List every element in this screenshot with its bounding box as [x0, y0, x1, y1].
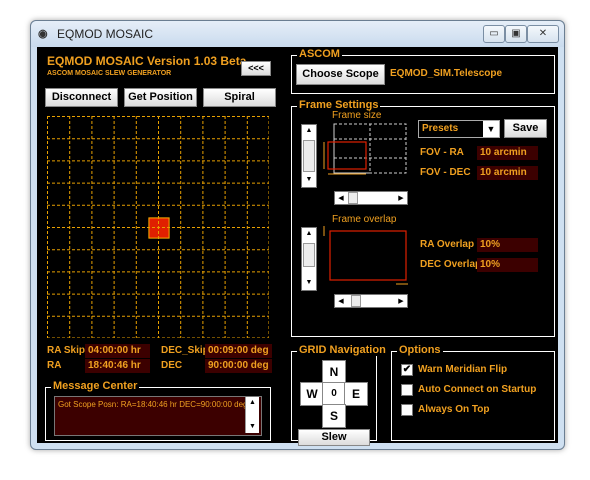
- options-group: Options ✔ Warn Meridian Flip Auto Connec…: [391, 344, 555, 441]
- maximize-button[interactable]: ▣: [505, 25, 527, 43]
- frame-size-label: Frame size: [332, 110, 382, 121]
- save-button[interactable]: Save: [504, 119, 547, 138]
- window-title: EQMOD MOSAIC: [57, 27, 154, 41]
- scroll-up-arrow-icon[interactable]: ▲: [246, 399, 259, 406]
- dec-skip-value: 00:09:00 deg: [205, 344, 272, 358]
- option-label: Auto Connect on Startup: [418, 384, 537, 395]
- binoculars-icon: ◉: [38, 28, 48, 40]
- dec-value: 90:00:00 deg: [205, 359, 272, 373]
- ra-overlap-value[interactable]: 10%: [477, 238, 538, 252]
- disconnect-button[interactable]: Disconnect: [45, 88, 118, 107]
- slider-up-arrow-icon[interactable]: ▲: [302, 127, 316, 134]
- ra-skip-value: 04:00:00 hr: [85, 344, 150, 358]
- message-center-title: Message Center: [51, 380, 140, 392]
- slider-left-arrow-icon[interactable]: ◀: [337, 297, 345, 305]
- checkbox[interactable]: ✔: [401, 364, 413, 376]
- nav-north-button[interactable]: N: [322, 360, 346, 384]
- scroll-down-arrow-icon[interactable]: ▼: [246, 423, 259, 430]
- frame-overlap-horizontal-slider[interactable]: ◀ ▶: [334, 294, 408, 308]
- ra-value: 18:40:46 hr: [85, 359, 150, 373]
- presets-dropdown[interactable]: Presets ▼: [418, 120, 500, 138]
- fov-ra-label: FOV - RA: [420, 147, 464, 158]
- checkbox[interactable]: [401, 404, 413, 416]
- options-title: Options: [397, 344, 443, 356]
- slew-button[interactable]: Slew: [298, 429, 370, 446]
- fov-dec-label: FOV - DEC: [420, 167, 471, 178]
- spiral-button[interactable]: Spiral: [203, 88, 276, 107]
- message-center-group: Message Center Got Scope Posn: RA=18:40:…: [45, 380, 271, 441]
- grid-navigation-group: GRID Navigation N W 0 E S Slew: [291, 344, 388, 446]
- slider-up-arrow-icon[interactable]: ▲: [302, 230, 316, 237]
- message-text: Got Scope Posn: RA=18:40:46 hr DEC=90:00…: [58, 400, 248, 409]
- slider-right-arrow-icon[interactable]: ▶: [397, 194, 405, 202]
- dec-skip-label: DEC_Skip: [161, 345, 209, 356]
- slider-thumb[interactable]: [348, 192, 358, 204]
- collapse-button[interactable]: <<<: [241, 61, 271, 76]
- choose-scope-button[interactable]: Choose Scope: [296, 64, 385, 85]
- slider-down-arrow-icon[interactable]: ▼: [302, 176, 316, 183]
- nav-west-button[interactable]: W: [300, 382, 324, 406]
- chevron-down-icon[interactable]: ▼: [483, 121, 499, 137]
- dec-overlap-value[interactable]: 10%: [477, 258, 538, 272]
- ra-skip-label: RA Skip: [47, 345, 85, 356]
- ascom-title: ASCOM: [297, 48, 342, 60]
- grid-navigation-title: GRID Navigation: [297, 344, 388, 356]
- option-label: Always On Top: [418, 404, 490, 415]
- slider-thumb[interactable]: [351, 295, 361, 307]
- slider-down-arrow-icon[interactable]: ▼: [302, 279, 316, 286]
- message-box[interactable]: Got Scope Posn: RA=18:40:46 hr DEC=90:00…: [54, 396, 262, 436]
- frame-settings-group: Frame Settings ▲ ▼ Frame size ◀ ▶ Preset…: [291, 99, 555, 337]
- ra-label: RA: [47, 360, 62, 371]
- app-subtitle: ASCOM MOSAIC SLEW GENERATOR: [47, 70, 172, 77]
- presets-value: Presets: [422, 123, 459, 134]
- scope-name: EQMOD_SIM.Telescope: [390, 68, 503, 79]
- app-name: EQMOD MOSAIC Version 1.03 Beta: [47, 54, 247, 68]
- ascom-group: ASCOM Choose Scope EQMOD_SIM.Telescope: [291, 48, 555, 94]
- frame-size-horizontal-slider[interactable]: ◀ ▶: [334, 191, 408, 205]
- get-position-button[interactable]: Get Position: [124, 88, 197, 107]
- frame-overlap-vertical-slider[interactable]: ▲ ▼: [301, 227, 317, 291]
- title-bar: ◉ EQMOD MOSAIC ▭ ▣ ✕: [31, 21, 564, 47]
- dec-label: DEC: [161, 360, 183, 371]
- frame-size-vertical-slider[interactable]: ▲ ▼: [301, 124, 317, 188]
- ra-overlap-label: RA Overlap: [420, 239, 475, 250]
- checkbox[interactable]: [401, 384, 413, 396]
- mosaic-grid[interactable]: [47, 116, 269, 338]
- nav-east-button[interactable]: E: [344, 382, 368, 406]
- slider-thumb[interactable]: [303, 140, 315, 172]
- slider-right-arrow-icon[interactable]: ▶: [397, 297, 405, 305]
- frame-size-preview: [323, 123, 407, 175]
- fov-dec-value[interactable]: 10 arcmin: [477, 166, 538, 180]
- app-window: ◉ EQMOD MOSAIC ▭ ▣ ✕ EQMOD MOSAIC Versio…: [30, 20, 565, 450]
- nav-center-button[interactable]: 0: [322, 382, 346, 406]
- nav-south-button[interactable]: S: [322, 404, 346, 428]
- option-label: Warn Meridian Flip: [418, 364, 508, 375]
- dec-overlap-label: DEC Overlap: [420, 259, 482, 270]
- message-scrollbar[interactable]: ▲ ▼: [245, 397, 259, 433]
- close-button[interactable]: ✕: [527, 25, 559, 43]
- fov-ra-value[interactable]: 10 arcmin: [477, 146, 538, 160]
- frame-overlap-preview: [323, 226, 408, 285]
- slider-thumb[interactable]: [303, 243, 315, 267]
- minimize-button[interactable]: ▭: [483, 25, 505, 43]
- slider-left-arrow-icon[interactable]: ◀: [337, 194, 345, 202]
- client-area: EQMOD MOSAIC Version 1.03 Beta ASCOM MOS…: [37, 47, 558, 446]
